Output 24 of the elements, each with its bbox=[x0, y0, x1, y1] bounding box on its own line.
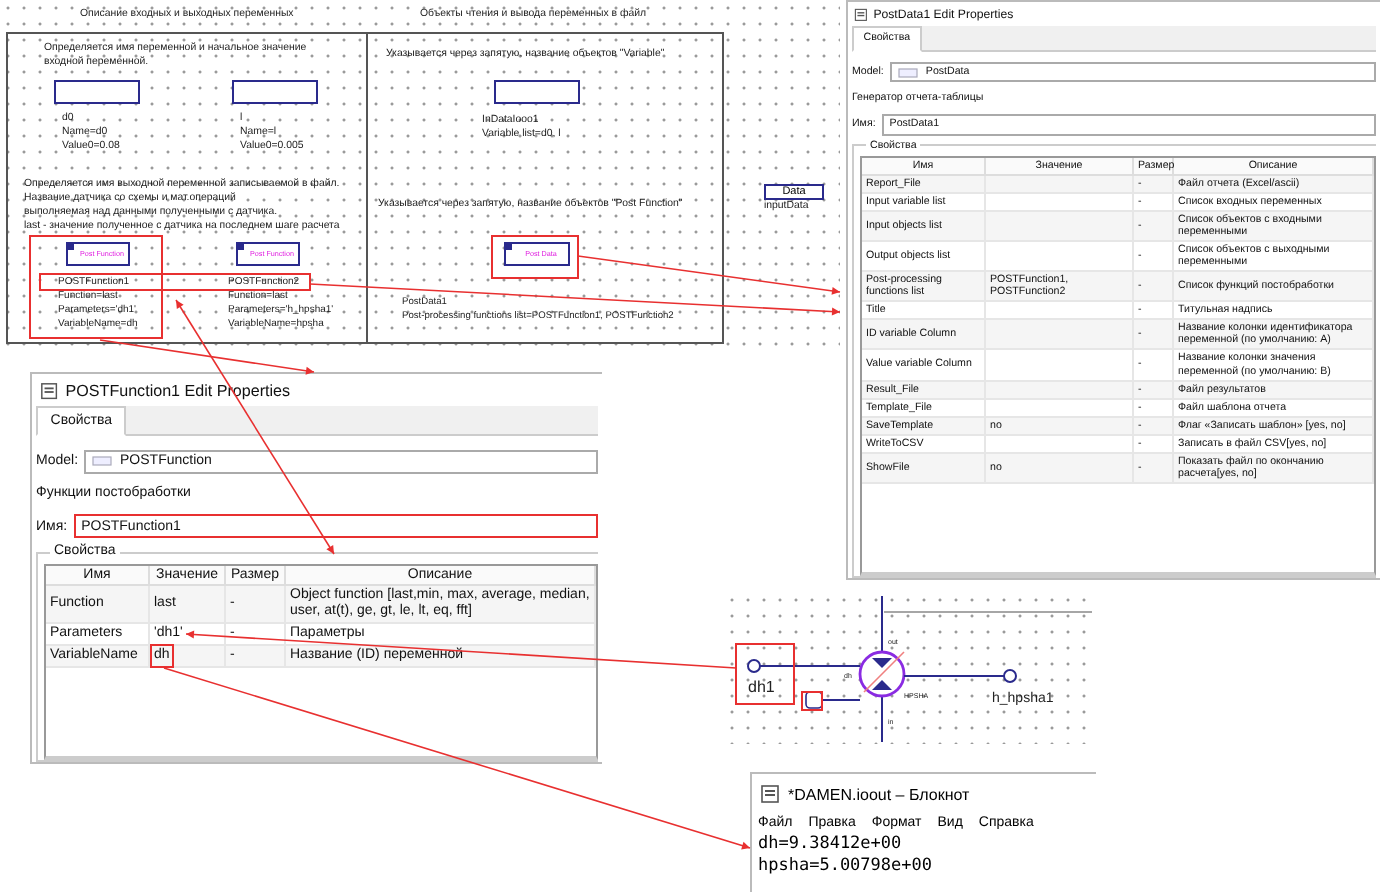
window-icon bbox=[39, 381, 58, 400]
window-icon bbox=[760, 784, 780, 804]
highlight-frame bbox=[491, 235, 579, 279]
property-value[interactable] bbox=[986, 241, 1134, 273]
text-line: dh=9.38412e+00 bbox=[758, 834, 902, 856]
sensor-icon[interactable] bbox=[805, 691, 861, 709]
output-port-icon[interactable] bbox=[903, 669, 1017, 683]
variable-block[interactable] bbox=[232, 80, 318, 104]
property-value[interactable] bbox=[986, 302, 1134, 321]
highlight-frame bbox=[801, 691, 823, 711]
property-value[interactable] bbox=[986, 350, 1134, 382]
pump-icon[interactable] bbox=[858, 650, 906, 698]
highlight-frame bbox=[735, 643, 795, 705]
window-title: *DAMEN.ioout – Блокнот bbox=[788, 785, 970, 803]
model-icon bbox=[897, 67, 918, 78]
window-icon bbox=[853, 7, 868, 22]
text-line: hpsha=5.00798e+00 bbox=[758, 856, 932, 878]
property-value[interactable] bbox=[986, 320, 1134, 351]
property-value[interactable] bbox=[986, 211, 1134, 242]
model-icon bbox=[92, 456, 113, 467]
input-object-block[interactable] bbox=[494, 80, 580, 104]
input-port-icon[interactable] bbox=[747, 659, 861, 673]
variable-block[interactable] bbox=[54, 80, 140, 104]
input-label: dh1 bbox=[748, 678, 775, 696]
